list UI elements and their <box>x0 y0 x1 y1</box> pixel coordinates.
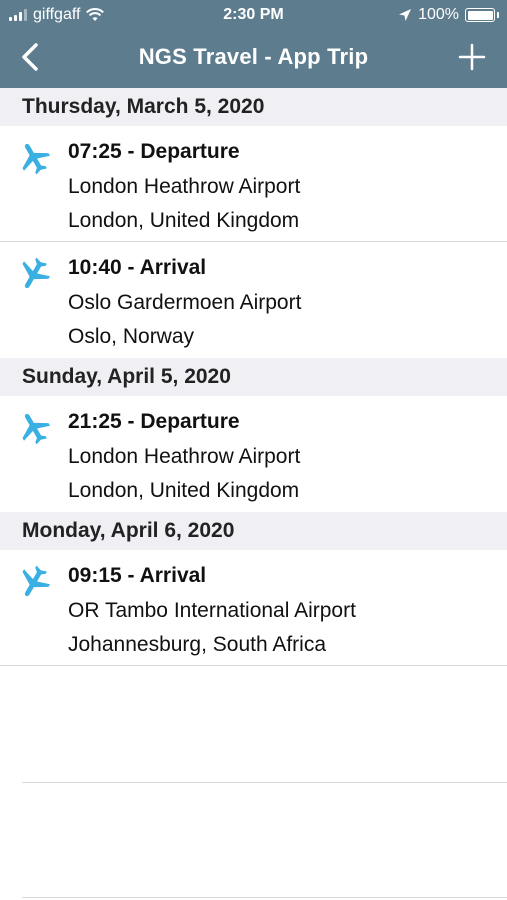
airport-name: OR Tambo International Airport <box>68 599 356 622</box>
list-item[interactable]: 07:25 - Departure London Heathrow Airpor… <box>0 126 507 242</box>
event-time-title: 07:25 - Departure <box>68 140 240 163</box>
city-country: Oslo, Norway <box>68 325 195 348</box>
list-item[interactable]: 10:40 - Arrival Oslo Gardermoen Airport … <box>0 242 507 358</box>
city-country: Johannesburg, South Africa <box>68 633 327 656</box>
city-country: London, United Kingdom <box>68 479 300 502</box>
add-plus-icon[interactable] <box>455 40 489 74</box>
section-header-date: Sunday, April 5, 2020 <box>0 358 507 396</box>
event-time-title: 10:40 - Arrival <box>68 256 207 279</box>
plane-arrival-icon <box>22 565 50 597</box>
section-header-date: Monday, April 6, 2020 <box>0 512 507 550</box>
airport-name: Oslo Gardermoen Airport <box>68 291 302 314</box>
event-time-title: 09:15 - Arrival <box>68 564 207 587</box>
page-title: NGS Travel - App Trip <box>138 44 369 69</box>
plane-arrival-icon <box>22 257 50 289</box>
event-time-title: 21:25 - Departure <box>68 410 240 433</box>
status-bar: giffgaff 2:30 PM 100% <box>0 0 507 30</box>
city-country: London, United Kingdom <box>68 209 300 232</box>
plane-departure-icon <box>22 143 50 175</box>
section-header-date: Thursday, March 5, 2020 <box>0 88 507 126</box>
plane-departure-icon <box>22 413 50 445</box>
airport-name: London Heathrow Airport <box>68 445 301 468</box>
back-chevron-icon[interactable] <box>14 40 48 74</box>
app-header: giffgaff 2:30 PM 100% NGS Travel - App T… <box>0 0 507 88</box>
location-arrow-icon <box>399 9 412 21</box>
status-right: 100% <box>398 6 499 24</box>
empty-row-divider <box>22 782 507 783</box>
empty-row-divider <box>22 897 507 898</box>
trip-list: Thursday, March 5, 2020 07:25 - Departur… <box>0 88 507 666</box>
airport-name: London Heathrow Airport <box>68 175 301 198</box>
nav-bar: NGS Travel - App Trip <box>0 30 507 88</box>
list-item[interactable]: 09:15 - Arrival OR Tambo International A… <box>0 550 507 666</box>
battery-icon <box>465 8 499 22</box>
battery-percent: 100% <box>418 6 459 23</box>
list-item[interactable]: 21:25 - Departure London Heathrow Airpor… <box>0 396 507 512</box>
